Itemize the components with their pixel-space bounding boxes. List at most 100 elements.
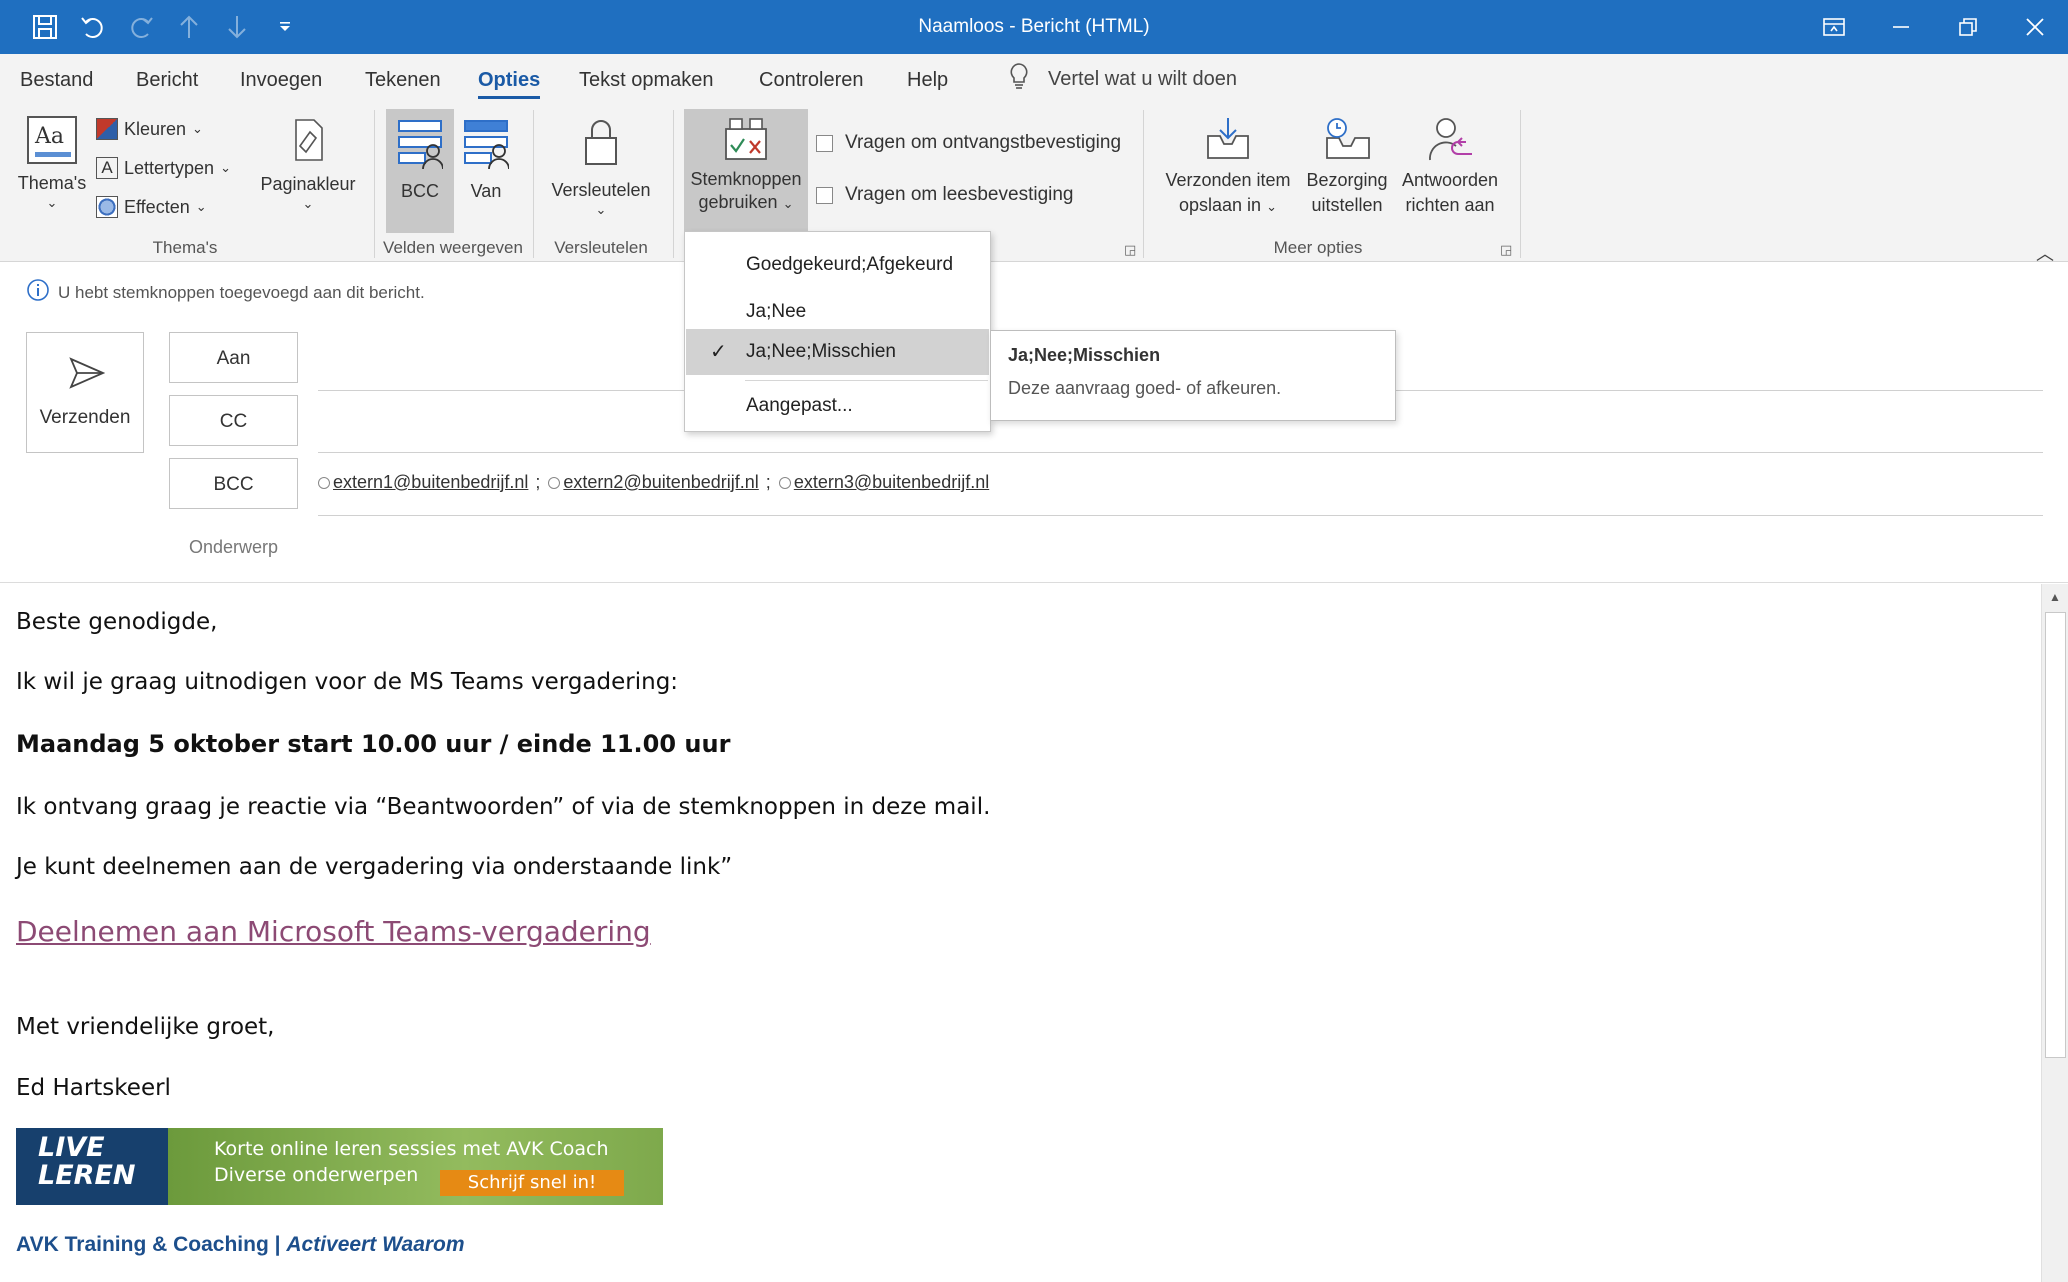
group-separator bbox=[533, 110, 534, 258]
voting-buttons-menu: Goedgekeurd;Afgekeurd Ja;Nee ✓ Ja;Nee;Mi… bbox=[684, 231, 991, 432]
fonts-button[interactable]: A Lettertypen ⌄ bbox=[96, 157, 231, 179]
body-greeting: Beste genodigde, bbox=[16, 609, 218, 635]
subject-label: Onderwerp bbox=[188, 537, 279, 557]
save-icon[interactable] bbox=[26, 10, 64, 44]
recipient-separator: ; bbox=[765, 472, 771, 492]
customize-toolbar-icon[interactable] bbox=[266, 10, 304, 44]
ribbon-display-options-icon[interactable] bbox=[1800, 0, 1867, 54]
group-separator bbox=[673, 110, 674, 258]
recipient-chip[interactable]: extern3@buitenbedrijf.nl bbox=[778, 472, 989, 493]
signature-slogan: Activeert Waarom bbox=[286, 1233, 465, 1256]
menu-item-custom-label: Aangepast... bbox=[746, 395, 853, 416]
bcc-toggle-button[interactable]: BCC bbox=[386, 109, 454, 233]
recipient-address[interactable]: extern3@buitenbedrijf.nl bbox=[794, 472, 989, 493]
scroll-up-icon[interactable]: ▲ bbox=[2042, 584, 2068, 610]
tab-tekst-opmaken[interactable]: Tekst opmaken bbox=[579, 54, 714, 104]
teams-meeting-link[interactable]: Deelnemen aan Microsoft Teams-vergaderin… bbox=[16, 915, 651, 948]
body-reply-line: Ik ontvang graag je reactie via “Beantwo… bbox=[16, 794, 991, 820]
ribbon: Aa Thema's ⌄ Kleuren ⌄ A Lettertypen ⌄ E… bbox=[0, 104, 2068, 264]
group-label-themes: Thema's bbox=[152, 238, 218, 257]
recipient-address[interactable]: extern2@buitenbedrijf.nl bbox=[563, 472, 758, 493]
tab-invoegen[interactable]: Invoegen bbox=[240, 54, 322, 104]
close-icon[interactable] bbox=[2001, 0, 2068, 54]
request-read-label: Vragen om leesbevestiging bbox=[845, 184, 1074, 205]
tab-bestand[interactable]: Bestand bbox=[20, 54, 93, 104]
chevron-down-icon: ⌄ bbox=[195, 199, 207, 214]
send-button[interactable]: Verzenden bbox=[26, 332, 144, 453]
recipient-address[interactable]: extern1@buitenbedrijf.nl bbox=[333, 472, 528, 493]
subject-input[interactable] bbox=[318, 525, 2043, 565]
body-closing: Met vriendelijke groet, bbox=[16, 1014, 275, 1040]
tab-tekenen[interactable]: Tekenen bbox=[365, 54, 441, 104]
group-label-show-fields: Velden weergeven bbox=[383, 238, 523, 257]
delay-delivery-label-line2: uitstellen bbox=[1311, 195, 1383, 215]
themes-label: Thema's bbox=[17, 173, 87, 193]
signature-separator: | bbox=[274, 1233, 281, 1256]
encrypt-label: Versleutelen bbox=[551, 180, 651, 200]
cc-button[interactable]: CC bbox=[169, 395, 298, 446]
delay-delivery-button[interactable]: Bezorging uitstellen bbox=[1300, 110, 1394, 230]
arrow-down-icon[interactable] bbox=[218, 10, 256, 44]
dialog-launcher-icon[interactable]: ◲ bbox=[1124, 242, 1136, 258]
request-delivery-label: Vragen om ontvangstbevestiging bbox=[845, 132, 1122, 153]
colors-label: Kleuren bbox=[124, 118, 187, 139]
info-bar: U hebt stemknoppen toegevoegd aan dit be… bbox=[26, 278, 425, 307]
colors-button[interactable]: Kleuren ⌄ bbox=[96, 118, 203, 140]
presence-icon bbox=[778, 476, 791, 489]
group-separator bbox=[374, 110, 375, 258]
encrypt-button[interactable]: Versleutelen ⌄ bbox=[544, 110, 658, 230]
from-icon bbox=[463, 117, 510, 170]
tell-me-text: Vertel wat u wilt doen bbox=[1048, 67, 1237, 90]
effects-button[interactable]: Effecten ⌄ bbox=[96, 196, 207, 218]
recipient-chip[interactable]: extern2@buitenbedrijf.nl; bbox=[548, 472, 778, 493]
chevron-down-icon: ⌄ bbox=[1266, 199, 1277, 214]
voting-buttons-button[interactable]: Stemknoppen gebruiken ⌄ bbox=[684, 109, 808, 233]
banner-cta[interactable]: Schrijf snel in! bbox=[440, 1170, 624, 1196]
bcc-button[interactable]: BCC bbox=[169, 458, 298, 509]
request-delivery-receipt[interactable]: Vragen om ontvangstbevestiging bbox=[816, 132, 1121, 154]
tab-help[interactable]: Help bbox=[907, 54, 948, 104]
collapse-ribbon-icon[interactable]: ︿ bbox=[2036, 240, 2054, 266]
to-button[interactable]: Aan bbox=[169, 332, 298, 383]
group-separator bbox=[1143, 110, 1144, 258]
request-delivery-checkbox[interactable] bbox=[816, 134, 833, 152]
delay-delivery-label-line1: Bezorging bbox=[1306, 170, 1388, 190]
tab-opties[interactable]: Opties bbox=[478, 54, 541, 104]
scrollbar-thumb[interactable] bbox=[2045, 612, 2066, 1058]
effects-label: Effecten bbox=[124, 196, 190, 217]
body-divider bbox=[0, 582, 2068, 583]
cc-input[interactable] bbox=[318, 452, 2043, 453]
menu-item-yes-no-maybe[interactable]: ✓ Ja;Nee;Misschien bbox=[686, 329, 989, 375]
group-label-encrypt: Versleutelen bbox=[554, 238, 648, 257]
banner-text-line1: Korte online leren sessies met AVK Coach bbox=[214, 1138, 609, 1160]
title-bar: Naamloos - Bericht (HTML) bbox=[0, 0, 2068, 54]
direct-replies-button[interactable]: Antwoorden richten aan bbox=[1394, 110, 1506, 230]
arrow-up-icon[interactable] bbox=[170, 10, 208, 44]
tell-me-box[interactable]: Vertel wat u wilt doen bbox=[1008, 54, 1237, 104]
menu-item-approve-reject[interactable]: Goedgekeurd;Afgekeurd bbox=[686, 242, 989, 288]
dialog-launcher-icon[interactable]: ◲ bbox=[1500, 242, 1512, 258]
delay-delivery-icon bbox=[1321, 116, 1373, 162]
themes-button[interactable]: Aa Thema's ⌄ bbox=[12, 110, 92, 230]
recipient-chip[interactable]: extern1@buitenbedrijf.nl; bbox=[318, 472, 548, 493]
body-invite-line: Ik wil je graag uitnodigen voor de MS Te… bbox=[16, 669, 679, 695]
redo-icon[interactable] bbox=[122, 10, 160, 44]
live-leren-banner[interactable]: LIVE LEREN Korte online leren sessies me… bbox=[16, 1128, 663, 1205]
lightbulb-icon bbox=[1008, 62, 1030, 96]
tab-bericht[interactable]: Bericht bbox=[136, 54, 198, 104]
window-title: Naamloos - Bericht (HTML) bbox=[918, 16, 1150, 37]
tab-controleren[interactable]: Controleren bbox=[759, 54, 864, 104]
request-read-checkbox[interactable] bbox=[816, 186, 833, 204]
minimize-icon[interactable] bbox=[1867, 0, 1934, 54]
body-scrollbar[interactable]: ▲ bbox=[2041, 584, 2068, 1282]
info-icon bbox=[26, 278, 50, 307]
page-color-button[interactable]: Paginakleur ⌄ bbox=[256, 110, 360, 230]
bcc-input[interactable]: extern1@buitenbedrijf.nl; extern2@buiten… bbox=[318, 472, 989, 493]
undo-icon[interactable] bbox=[74, 10, 112, 44]
window-controls bbox=[1800, 0, 2068, 54]
request-read-receipt[interactable]: Vragen om leesbevestiging bbox=[816, 184, 1074, 206]
menu-item-custom[interactable]: Aangepast... bbox=[686, 383, 989, 429]
save-sent-item-button[interactable]: Verzonden item opslaan in ⌄ bbox=[1156, 110, 1300, 230]
from-toggle-button[interactable]: Van bbox=[456, 109, 516, 233]
restore-icon[interactable] bbox=[1934, 0, 2001, 54]
